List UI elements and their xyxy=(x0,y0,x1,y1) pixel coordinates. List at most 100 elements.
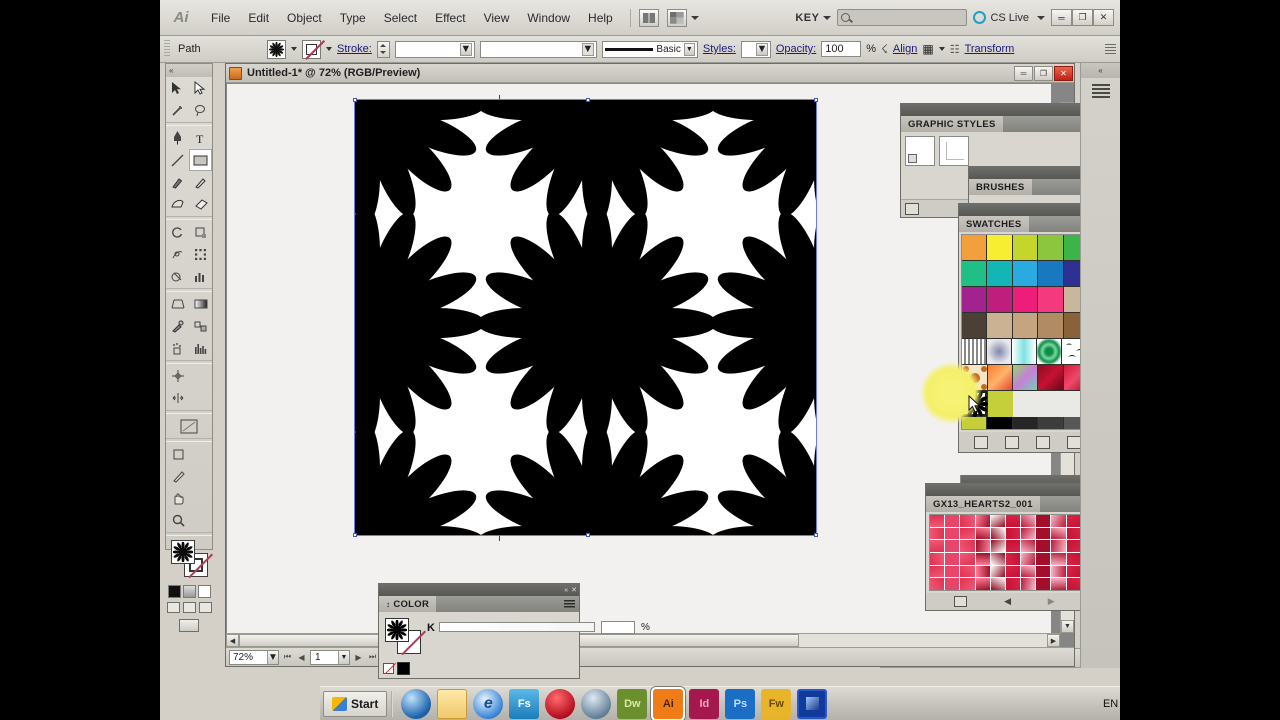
hearts-swatch[interactable] xyxy=(990,578,1005,590)
swatch[interactable] xyxy=(962,235,988,261)
rotate-tool[interactable] xyxy=(166,221,189,243)
hearts-swatch[interactable] xyxy=(1051,565,1066,578)
hearts-swatch[interactable] xyxy=(1021,527,1036,540)
bridge-icon[interactable] xyxy=(638,8,659,27)
black-color-icon[interactable] xyxy=(397,662,410,675)
indesign-icon[interactable]: Id xyxy=(689,688,720,719)
eyedropper-tool[interactable] xyxy=(166,315,189,337)
normal-screen-mode-icon[interactable] xyxy=(166,602,180,613)
arrange-documents-icon[interactable] xyxy=(666,8,687,27)
dock-panel-icon[interactable] xyxy=(1091,84,1110,98)
hearts-swatch[interactable] xyxy=(930,515,945,527)
hearts-swatch[interactable] xyxy=(1021,540,1036,552)
cs-live-button[interactable]: CS Live xyxy=(973,11,1045,24)
dreamweaver-icon[interactable]: Dw xyxy=(617,688,648,719)
tab-color[interactable]: ↕ COLOR xyxy=(379,596,437,612)
next-artboard-icon[interactable]: ▶ xyxy=(353,650,364,664)
hearts-swatch[interactable] xyxy=(945,527,960,540)
hearts-swatch[interactable] xyxy=(960,553,975,565)
hearts-swatch[interactable] xyxy=(990,515,1005,527)
color-k-slider[interactable] xyxy=(439,622,595,632)
hearts-swatch[interactable] xyxy=(1005,540,1020,552)
hearts-swatch[interactable] xyxy=(975,553,990,565)
shape-builder-tool[interactable] xyxy=(166,265,189,287)
menu-view[interactable]: View xyxy=(475,8,519,28)
styles-label[interactable]: Styles: xyxy=(703,43,736,55)
opacity-input[interactable]: 100 xyxy=(821,41,862,57)
blob-brush-tool[interactable] xyxy=(166,193,189,215)
hearts-swatch[interactable] xyxy=(1005,578,1020,590)
width-tool[interactable] xyxy=(166,243,189,265)
collapse-icon[interactable]: « xyxy=(564,587,568,594)
document-title-bar[interactable]: Untitled-1* @ 72% (RGB/Preview) ═ ❐ ✕ xyxy=(226,64,1074,83)
screen-mode-icon[interactable] xyxy=(179,619,199,632)
hearts-swatch[interactable] xyxy=(930,578,945,590)
expand-dock-icon[interactable]: « xyxy=(1098,66,1102,75)
swatch-empty[interactable] xyxy=(1013,391,1039,417)
full-screen-menu-icon[interactable] xyxy=(182,602,196,613)
swatch[interactable] xyxy=(987,287,1013,313)
hearts-swatch[interactable] xyxy=(1021,578,1036,590)
workspace-chevron-down-icon[interactable] xyxy=(823,15,832,20)
first-artboard-icon[interactable]: ⏮ xyxy=(282,650,293,664)
swatch-highlight[interactable] xyxy=(962,417,988,429)
load-next-library-icon[interactable]: ◀ xyxy=(1004,596,1011,607)
hearts-swatch[interactable] xyxy=(1005,565,1020,578)
hearts-swatch[interactable] xyxy=(1051,527,1066,540)
graphic-styles-title-bar[interactable]: « ✕ xyxy=(901,104,1102,116)
hearts-swatch[interactable] xyxy=(1051,540,1066,552)
line-segment-tool[interactable] xyxy=(166,149,189,171)
pattern-swatch-metal[interactable] xyxy=(962,339,987,365)
draw-normal-icon[interactable] xyxy=(167,585,181,598)
tab-graphic-styles[interactable]: GRAPHIC STYLES xyxy=(901,116,1003,132)
hearts-swatch[interactable] xyxy=(990,540,1005,552)
scroll-down-icon[interactable]: ▼ xyxy=(1061,620,1074,633)
fill-chevron-down-icon[interactable] xyxy=(291,47,297,51)
show-swatch-kinds-icon[interactable] xyxy=(1004,435,1019,449)
document-close-button[interactable]: ✕ xyxy=(1054,65,1073,81)
swatch[interactable] xyxy=(987,235,1013,261)
gradient-tool[interactable] xyxy=(189,293,212,315)
hand-tool[interactable] xyxy=(166,487,190,509)
arrange-chevron-down-icon[interactable] xyxy=(690,15,699,20)
hearts-swatch[interactable] xyxy=(960,578,975,590)
free-transform-tool[interactable] xyxy=(189,243,212,265)
reflect-tool[interactable] xyxy=(166,387,190,409)
swatch[interactable] xyxy=(1012,261,1039,287)
draw-inside-icon[interactable] xyxy=(197,585,211,598)
tab-hearts-library[interactable]: GX13_HEARTS2_001 xyxy=(926,496,1040,512)
collapse-icon[interactable]: « xyxy=(169,66,174,75)
hearts-swatch[interactable] xyxy=(1005,515,1020,527)
pattern-swatch-crimson[interactable] xyxy=(1038,365,1064,391)
swatch[interactable] xyxy=(987,313,1013,339)
document-minimize-button[interactable]: ═ xyxy=(1014,65,1033,81)
zoom-chevron-down-icon[interactable]: ▼ xyxy=(267,650,278,664)
restore-button[interactable]: ❐ xyxy=(1072,9,1093,26)
scroll-left-icon[interactable]: ◀ xyxy=(226,634,239,647)
language-indicator[interactable]: EN xyxy=(1103,698,1118,710)
hearts-swatch[interactable] xyxy=(1036,515,1051,527)
opera-icon[interactable] xyxy=(545,688,576,719)
hearts-swatch[interactable] xyxy=(1066,578,1081,590)
previous-artboard-icon[interactable]: ◀ xyxy=(296,650,307,664)
internet-explorer-icon[interactable]: e xyxy=(473,688,504,719)
hearts-swatch[interactable] xyxy=(930,527,945,540)
stroke-weight-stepper[interactable] xyxy=(376,40,390,58)
pencil-tool[interactable] xyxy=(189,171,212,193)
last-artboard-icon[interactable]: ⏭ xyxy=(367,650,378,664)
control-bar-grip[interactable] xyxy=(164,40,170,58)
fireworks-shortcut-icon[interactable]: Fs xyxy=(509,688,540,719)
swatch[interactable] xyxy=(962,313,988,339)
menu-select[interactable]: Select xyxy=(375,8,426,28)
swatch[interactable] xyxy=(1038,235,1064,261)
close-button[interactable]: ✕ xyxy=(1093,9,1114,26)
pattern-swatch-black-flower-selected[interactable] xyxy=(962,390,989,418)
swatch-gray[interactable] xyxy=(1012,417,1039,429)
swatch[interactable] xyxy=(1012,287,1039,313)
hearts-swatch[interactable] xyxy=(1036,553,1051,565)
draw-behind-icon[interactable] xyxy=(182,585,196,598)
hearts-swatch[interactable] xyxy=(930,565,945,578)
hearts-swatch[interactable] xyxy=(975,565,990,578)
tab-brushes[interactable]: BRUSHES xyxy=(969,179,1032,195)
right-dock-header[interactable]: « xyxy=(1081,63,1120,78)
